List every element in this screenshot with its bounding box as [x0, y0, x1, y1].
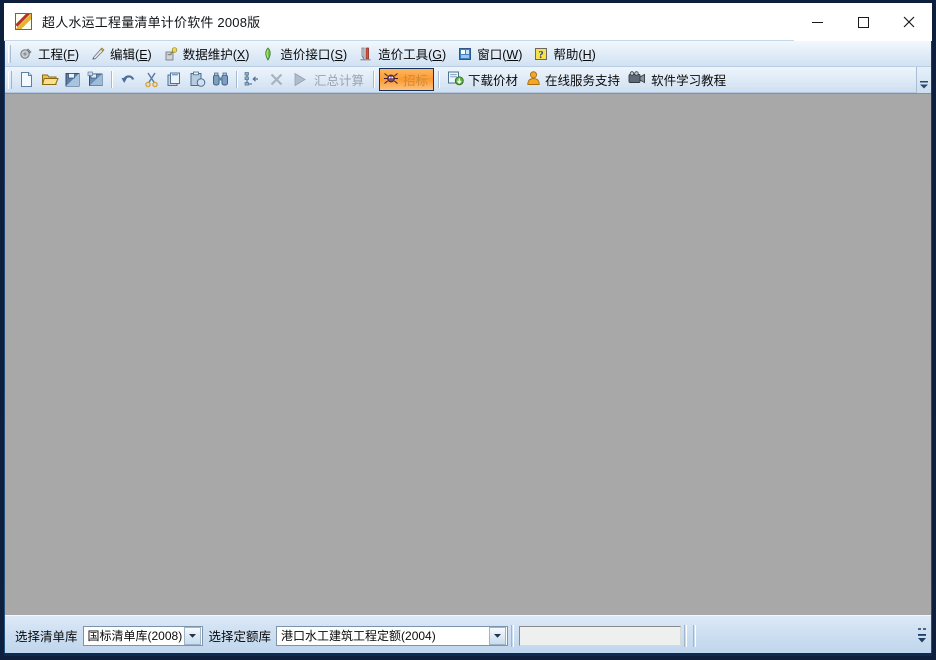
app-logo-icon	[15, 13, 32, 30]
menu-item-edit[interactable]: 编辑(E)	[86, 43, 159, 65]
delete-x-icon	[270, 73, 283, 86]
copy-button[interactable]	[163, 69, 186, 91]
menu-label-window: 窗口(W)	[477, 48, 523, 62]
toolbar-overflow-button[interactable]	[916, 66, 931, 93]
window-icon	[457, 46, 473, 62]
application-window: 超人水运工程量清单计价软件 2008版 工程(F) 编辑(E) 数据维护(X) …	[0, 0, 936, 660]
video-tutorial-button[interactable]: 软件学习教程	[625, 69, 731, 90]
scissors-icon	[145, 72, 158, 88]
menu-label-edit: 编辑(E)	[110, 48, 152, 62]
clearing-library-label: 选择清单库	[15, 630, 78, 644]
binoculars-icon	[212, 72, 228, 86]
bid-spider-icon	[383, 71, 399, 89]
undo-arrow-icon	[121, 75, 135, 83]
close-icon	[903, 16, 915, 27]
close-button[interactable]	[886, 2, 932, 41]
toolbar-separator-3	[373, 71, 376, 88]
maximize-icon	[858, 16, 869, 28]
status-separator-3	[693, 624, 697, 647]
video-tutorial-label: 软件学习教程	[651, 74, 727, 88]
menu-label-cost-interface: 造价接口(S)	[280, 48, 348, 62]
play-triangle-icon	[294, 72, 306, 87]
status-bar: 选择清单库 国标清单库(2008) 选择定额库 港口水工建筑工程定额(2004)	[5, 615, 931, 655]
quota-library-value: 港口水工建筑工程定额(2004)	[281, 629, 436, 643]
data-maintain-icon	[163, 46, 179, 62]
find-button[interactable]	[209, 69, 232, 91]
mdi-client-area	[5, 93, 931, 615]
status-text-field[interactable]	[519, 625, 682, 646]
save-as-icon	[87, 71, 103, 86]
window-title: 超人水运工程量清单计价软件 2008版	[42, 15, 261, 30]
edit-pencil-icon	[90, 46, 106, 62]
save-as-button[interactable]	[84, 69, 107, 91]
summary-calc-label: 汇总计算	[314, 74, 365, 88]
status-separator-1	[511, 624, 515, 647]
indent-list-icon	[244, 72, 258, 86]
menu-label-data-maintenance: 数据维护(X)	[182, 48, 250, 62]
bid-button[interactable]: 招标	[379, 68, 435, 91]
toolbar-separator-4	[438, 71, 441, 88]
run-button[interactable]	[288, 69, 311, 91]
svg-text:?: ?	[539, 50, 544, 61]
resize-grip[interactable]	[915, 620, 929, 652]
resize-grip-icon	[918, 627, 926, 642]
quota-library-select[interactable]: 港口水工建筑工程定额(2004)	[276, 625, 509, 646]
menu-bar: 工程(F) 编辑(E) 数据维护(X) 造价接口(S) 造价工具(G) 窗口(W…	[5, 41, 931, 67]
status-separator-2	[684, 624, 688, 647]
download-price-button[interactable]: 下载价材	[444, 69, 523, 90]
download-price-icon	[447, 70, 464, 89]
quota-library-chevron-down-icon[interactable]	[489, 626, 507, 645]
project-gear-icon	[18, 46, 34, 62]
online-support-icon	[526, 70, 541, 89]
new-file-button[interactable]	[15, 69, 38, 91]
minimize-button[interactable]	[794, 2, 840, 41]
maximize-button[interactable]	[840, 2, 886, 41]
toolbar-overflow-icon	[920, 80, 928, 88]
paste-button[interactable]	[186, 69, 209, 91]
delete-button[interactable]	[265, 69, 288, 91]
toolbar-drag-grip[interactable]	[8, 70, 12, 89]
menu-label-cost-tools: 造价工具(G)	[378, 48, 447, 62]
help-question-icon: ?	[533, 46, 549, 62]
video-tutorial-icon	[628, 70, 647, 89]
download-price-label: 下载价材	[468, 74, 519, 88]
window-bottom-border	[4, 653, 932, 656]
clearing-library-value: 国标清单库(2008)	[87, 629, 183, 643]
paste-icon	[190, 71, 206, 87]
online-support-label: 在线服务支持	[545, 74, 621, 88]
tools-icon	[358, 46, 374, 62]
toolbar-separator	[111, 71, 113, 88]
toolbar: 汇总计算 招标 下载价材 在线服务支持 软件学习教程	[5, 66, 931, 93]
menu-item-project[interactable]: 工程(F)	[14, 43, 86, 65]
summary-calc-button[interactable]: 汇总计算	[311, 69, 369, 90]
save-button[interactable]	[61, 69, 84, 91]
menu-item-data-maintenance[interactable]: 数据维护(X)	[159, 43, 257, 65]
bid-button-label: 招标	[403, 74, 429, 88]
toolbar-separator-2	[236, 71, 238, 88]
menu-item-help[interactable]: ? 帮助(H)	[529, 43, 602, 65]
menu-item-window[interactable]: 窗口(W)	[453, 43, 529, 65]
clearing-library-chevron-down-icon[interactable]	[183, 626, 201, 645]
minimize-icon	[812, 21, 823, 23]
quota-library-label: 选择定额库	[208, 630, 272, 644]
new-document-icon	[21, 72, 32, 87]
indent-button[interactable]	[242, 69, 265, 91]
green-arrow-icon	[260, 46, 276, 62]
window-controls	[794, 2, 932, 41]
save-disk-icon	[65, 73, 80, 87]
menu-item-cost-tools[interactable]: 造价工具(G)	[354, 43, 453, 65]
cut-button[interactable]	[140, 69, 163, 91]
menu-label-help: 帮助(H)	[553, 48, 596, 62]
online-support-button[interactable]: 在线服务支持	[523, 69, 625, 90]
menu-item-cost-interface[interactable]: 造价接口(S)	[256, 43, 354, 65]
title-bar[interactable]: 超人水运工程量清单计价软件 2008版	[4, 2, 932, 41]
open-folder-icon	[41, 74, 59, 85]
clearing-library-select[interactable]: 国标清单库(2008)	[82, 625, 203, 646]
undo-button[interactable]	[117, 69, 140, 91]
copy-icon	[167, 72, 180, 86]
menu-label-project: 工程(F)	[38, 48, 79, 62]
open-file-button[interactable]	[38, 69, 61, 91]
